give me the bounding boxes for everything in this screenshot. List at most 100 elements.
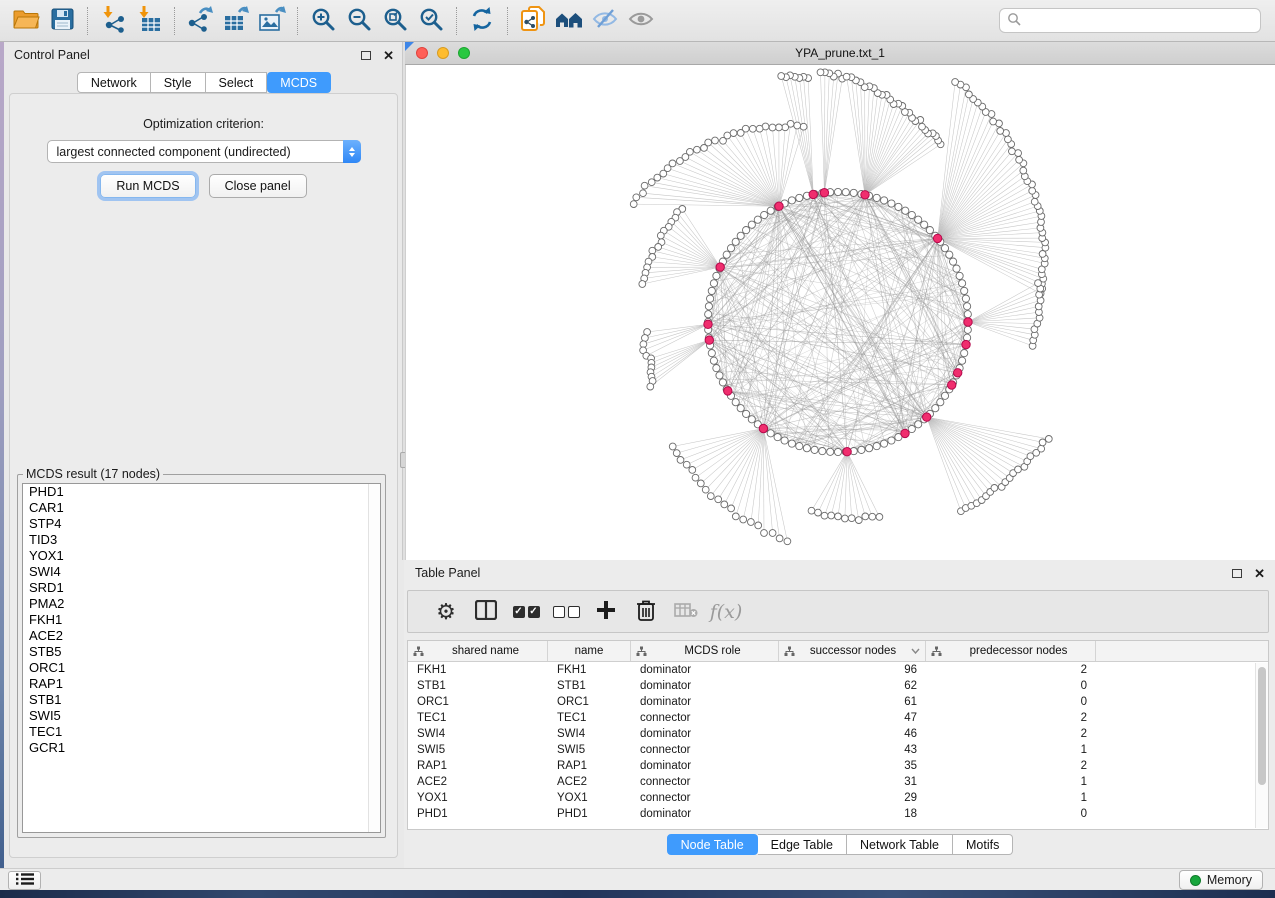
mcds-result-item[interactable]: STB5: [23, 644, 380, 660]
mcds-result-item[interactable]: CAR1: [23, 500, 380, 516]
mcds-result-item[interactable]: SWI5: [23, 708, 380, 724]
network-graph[interactable]: [406, 65, 1275, 560]
tab-node-table[interactable]: Node Table: [667, 834, 758, 855]
network-canvas[interactable]: [405, 65, 1275, 560]
table-scrollbar[interactable]: [1255, 663, 1268, 828]
zoom-out-button[interactable]: [341, 4, 377, 38]
show-column-button[interactable]: [466, 600, 506, 623]
tab-style[interactable]: Style: [151, 72, 206, 93]
select-all-columns-button[interactable]: ✓✓: [506, 606, 546, 618]
table-row[interactable]: YOX1YOX1connector291: [408, 790, 1268, 806]
mcds-result-item[interactable]: PHD1: [23, 484, 380, 500]
table-cell: RAP1: [548, 758, 631, 774]
export-image-icon: [257, 5, 287, 36]
mcds-result-item[interactable]: PMA2: [23, 596, 380, 612]
memory-button[interactable]: Memory: [1179, 870, 1263, 890]
mcds-result-item[interactable]: TEC1: [23, 724, 380, 740]
table-row[interactable]: ACE2ACE2connector311: [408, 774, 1268, 790]
column-header-filler: [1096, 641, 1268, 661]
close-panel-icon[interactable]: ✕: [1254, 567, 1265, 580]
float-panel-icon[interactable]: [361, 51, 371, 60]
table-cell: 0: [926, 678, 1096, 694]
table-row[interactable]: STB1STB1dominator620: [408, 678, 1268, 694]
table-row[interactable]: SWI4SWI4dominator462: [408, 726, 1268, 742]
export-image-button[interactable]: [254, 4, 290, 38]
refresh-view-button[interactable]: [464, 4, 500, 38]
table-row[interactable]: TEC1TEC1connector472: [408, 710, 1268, 726]
table-cell: 61: [779, 694, 926, 710]
table-row[interactable]: SWI5SWI5connector431: [408, 742, 1268, 758]
zoom-fit-icon: [382, 6, 408, 35]
column-header-successor-nodes[interactable]: successor nodes: [779, 641, 926, 661]
task-history-button[interactable]: [8, 871, 41, 890]
zoom-selected-button[interactable]: [413, 4, 449, 38]
run-mcds-button[interactable]: Run MCDS: [100, 174, 195, 198]
tab-select[interactable]: Select: [206, 72, 268, 93]
open-file-button[interactable]: [8, 4, 44, 38]
mcds-result-item[interactable]: STP4: [23, 516, 380, 532]
toolbar-separator: [87, 7, 88, 35]
search-field[interactable]: [999, 8, 1261, 33]
search-input[interactable]: [1026, 14, 1253, 28]
table-cell: RAP1: [408, 758, 548, 774]
mcds-result-item[interactable]: RAP1: [23, 676, 380, 692]
column-header-MCDS-role[interactable]: MCDS role: [631, 641, 779, 661]
zoom-out-icon: [346, 6, 372, 35]
close-panel-button[interactable]: Close panel: [209, 174, 307, 198]
import-table-button[interactable]: [131, 4, 167, 38]
hide-selected-button[interactable]: [587, 4, 623, 38]
mcds-result-item[interactable]: ORC1: [23, 660, 380, 676]
node-table[interactable]: shared namenameMCDS rolesuccessor nodesp…: [407, 640, 1269, 830]
unchecked-boxes-icon: [553, 606, 580, 618]
clone-network-button[interactable]: [515, 4, 551, 38]
delete-column-button[interactable]: [626, 599, 666, 624]
network-window-titlebar[interactable]: YPA_prune.txt_1: [405, 42, 1275, 65]
table-settings-button[interactable]: ⚙: [426, 601, 466, 623]
zoom-in-button[interactable]: [305, 4, 341, 38]
result-list-scrollbar[interactable]: [368, 484, 380, 832]
mcds-result-item[interactable]: YOX1: [23, 548, 380, 564]
table-row[interactable]: FKH1FKH1dominator962: [408, 662, 1268, 678]
add-column-button[interactable]: [586, 600, 626, 623]
table-cell: ORC1: [548, 694, 631, 710]
table-row[interactable]: ORC1ORC1dominator610: [408, 694, 1268, 710]
table-row[interactable]: RAP1RAP1dominator352: [408, 758, 1268, 774]
table-cell: ORC1: [408, 694, 548, 710]
delete-table-button[interactable]: [666, 602, 706, 621]
export-network-icon: [186, 5, 214, 36]
mcds-result-item[interactable]: ACE2: [23, 628, 380, 644]
table-cell: PHD1: [548, 806, 631, 822]
table-cell: 1: [926, 774, 1096, 790]
import-network-button[interactable]: [95, 4, 131, 38]
column-header-shared-name[interactable]: shared name: [408, 641, 548, 661]
mcds-result-item[interactable]: TID3: [23, 532, 380, 548]
control-panel-title: Control Panel: [14, 48, 90, 62]
tab-mcds[interactable]: MCDS: [267, 72, 331, 93]
criterion-select[interactable]: largest connected component (undirected): [47, 140, 361, 163]
mcds-result-list[interactable]: PHD1CAR1STP4TID3YOX1SWI4SRD1PMA2FKH1ACE2…: [22, 483, 381, 833]
mcds-result-item[interactable]: FKH1: [23, 612, 380, 628]
scrollbar-thumb[interactable]: [1258, 667, 1266, 785]
mcds-result-item[interactable]: SWI4: [23, 564, 380, 580]
deselect-all-columns-button[interactable]: [546, 606, 586, 618]
tab-edge-table[interactable]: Edge Table: [758, 834, 847, 855]
column-header-name[interactable]: name: [548, 641, 631, 661]
export-table-button[interactable]: [218, 4, 254, 38]
zoom-fit-button[interactable]: [377, 4, 413, 38]
close-panel-icon[interactable]: ✕: [383, 49, 394, 62]
tab-network[interactable]: Network: [77, 72, 151, 93]
mcds-result-item[interactable]: STB1: [23, 692, 380, 708]
export-network-button[interactable]: [182, 4, 218, 38]
mcds-result-item[interactable]: GCR1: [23, 740, 380, 756]
show-all-button[interactable]: [623, 4, 659, 38]
save-session-button[interactable]: [44, 4, 80, 38]
table-row[interactable]: PHD1PHD1dominator180: [408, 806, 1268, 822]
mcds-result-item[interactable]: SRD1: [23, 580, 380, 596]
eye-slash-icon: [591, 6, 619, 35]
function-builder-button[interactable]: f(x): [706, 601, 746, 623]
float-panel-icon[interactable]: [1232, 569, 1242, 578]
column-header-predecessor-nodes[interactable]: predecessor nodes: [926, 641, 1096, 661]
tab-network-table[interactable]: Network Table: [847, 834, 953, 855]
tab-motifs[interactable]: Motifs: [953, 834, 1013, 855]
first-neighbors-button[interactable]: [551, 4, 587, 38]
